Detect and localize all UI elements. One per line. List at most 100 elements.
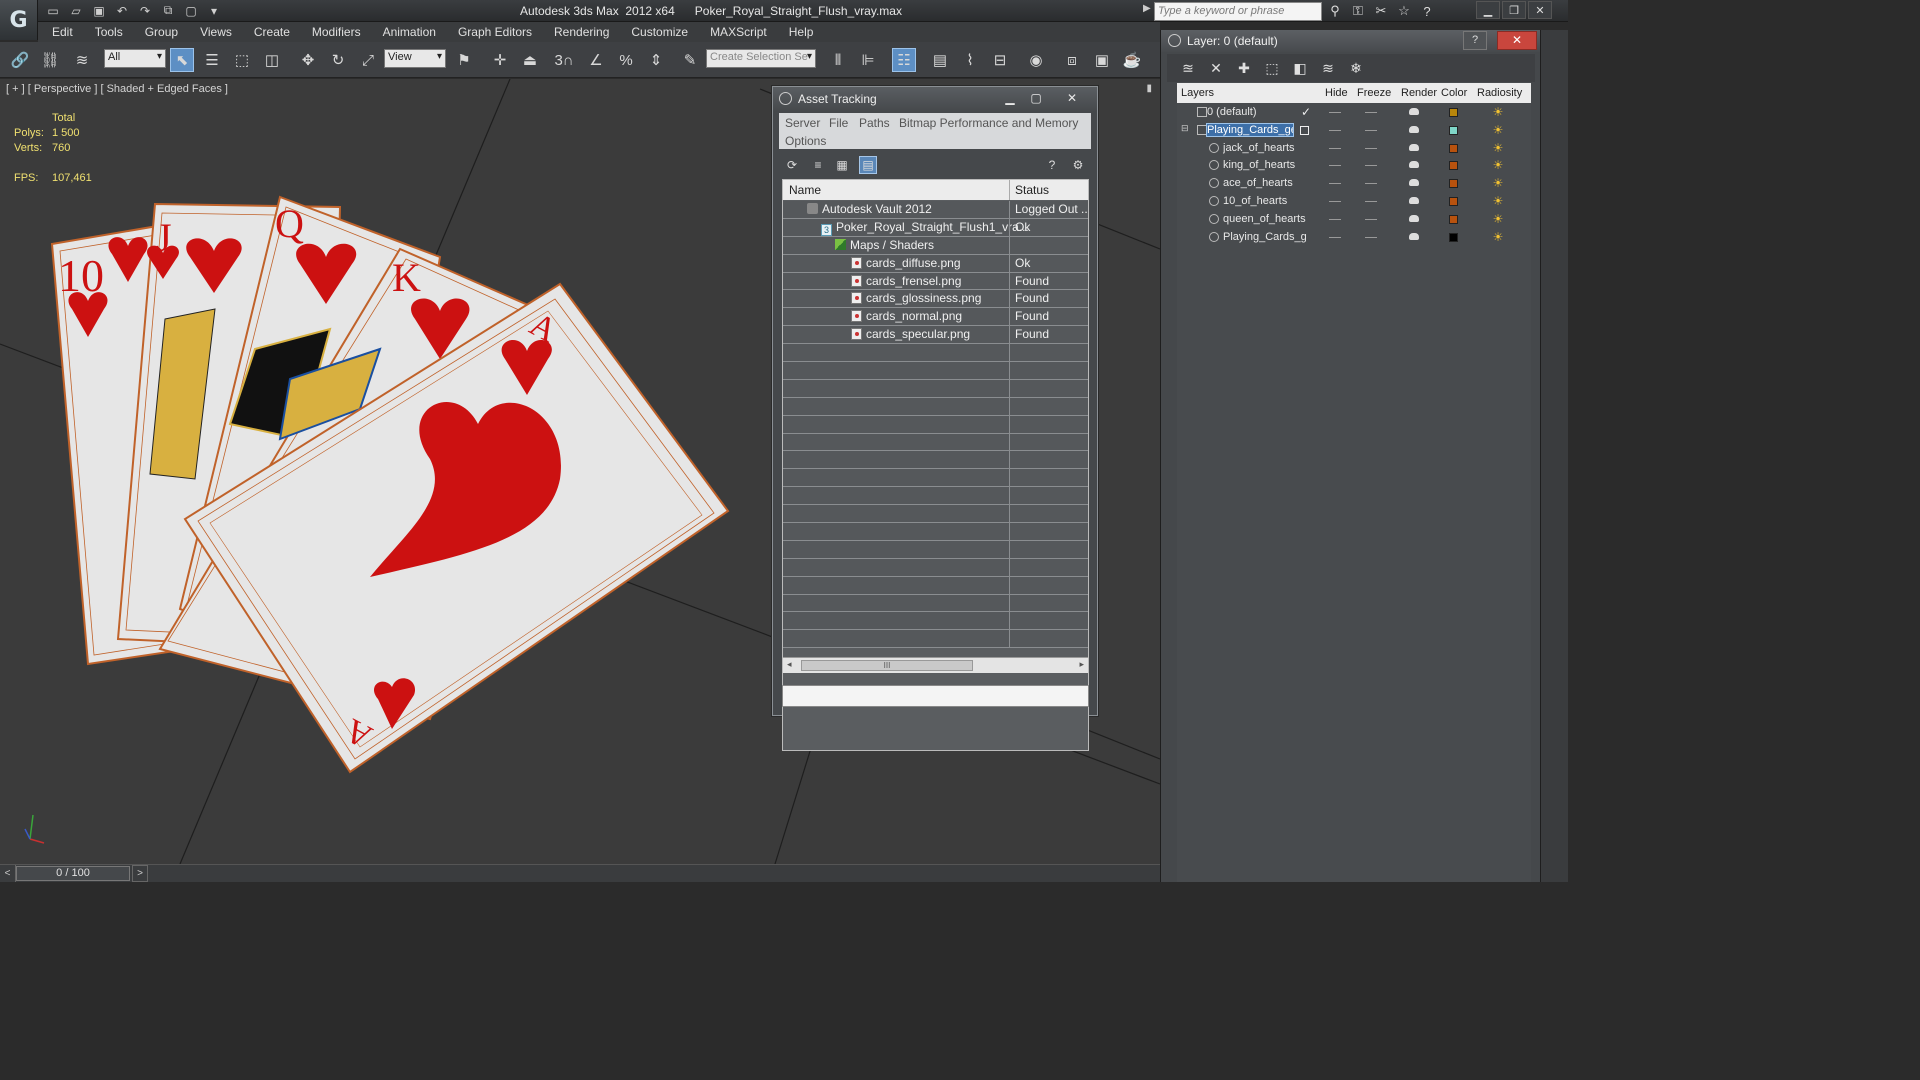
key-icon[interactable]: ⚿ <box>1349 2 1367 20</box>
render-teapot-icon[interactable] <box>1409 161 1419 169</box>
menu-maxscript[interactable]: MAXScript <box>699 22 778 42</box>
hide-toggle[interactable] <box>1329 112 1341 113</box>
radiosity-icon[interactable]: ☀ <box>1491 194 1505 208</box>
freeze-toggle[interactable] <box>1365 200 1377 202</box>
link-icon[interactable]: 🔗 <box>8 48 32 72</box>
layer-row[interactable]: ⊟ Playing_Cards_geo ☀ <box>1177 122 1531 140</box>
align-icon[interactable]: ⊫ <box>856 48 880 72</box>
menu-tools[interactable]: Tools <box>84 22 134 42</box>
asset-menu-file[interactable]: File <box>829 116 848 130</box>
layer-row[interactable]: 0 (default) ✓ ☀ <box>1177 104 1531 122</box>
asset-row[interactable]: cards_specular.png Found <box>783 326 1088 345</box>
menu-help[interactable]: Help <box>778 22 825 42</box>
layer-name[interactable]: 10_of_hearts <box>1223 195 1309 207</box>
viewport-icon[interactable]: ▢ <box>182 2 200 19</box>
menu-customize[interactable]: Customize <box>620 22 699 42</box>
render-teapot-icon[interactable] <box>1409 196 1419 204</box>
freeze-toggle[interactable] <box>1365 218 1377 220</box>
material-editor-icon[interactable]: ◉ <box>1024 48 1048 72</box>
scroll-left-icon[interactable]: ◂ <box>787 659 792 670</box>
search-input[interactable]: Type a keyword or phrase <box>1154 2 1322 21</box>
hide-toggle[interactable] <box>1329 200 1341 202</box>
column-hide[interactable]: Hide <box>1325 87 1348 99</box>
hide-toggle[interactable] <box>1329 218 1341 220</box>
layer-name[interactable]: ace_of_hearts <box>1223 177 1309 189</box>
menu-group[interactable]: Group <box>134 22 189 42</box>
menu-views[interactable]: Views <box>189 22 243 42</box>
spinner-snap-icon[interactable]: ⇕ <box>644 48 668 72</box>
delete-layer-icon[interactable]: ✕ <box>1207 59 1225 77</box>
layer-object-row[interactable]: ace_of_hearts ☀ <box>1177 175 1531 193</box>
asset-row[interactable]: cards_normal.png Found <box>783 308 1088 327</box>
layer-name[interactable]: Playing_Cards_geo <box>1206 122 1294 137</box>
asset-row[interactable]: 3 Poker_Royal_Straight_Flush1_vra... Ok <box>783 218 1088 237</box>
asset-options-icon[interactable]: ⚙ <box>1069 156 1087 174</box>
column-layers[interactable]: Layers <box>1181 87 1214 99</box>
asset-menu-bitmap-performance[interactable]: Bitmap Performance and Memory <box>899 116 1078 130</box>
asset-horizontal-scrollbar[interactable]: ◂ III ▸ <box>783 657 1088 673</box>
restore-button[interactable]: ❐ <box>1502 1 1526 19</box>
selection-filter-dropdown[interactable]: All <box>104 49 166 68</box>
select-object-icon[interactable]: ⬉ <box>170 48 194 72</box>
command-panel-strip[interactable] <box>1540 30 1568 882</box>
layer-color-swatch[interactable] <box>1449 214 1458 224</box>
menu-rendering[interactable]: Rendering <box>543 22 620 42</box>
layer-help-button[interactable]: ? <box>1463 31 1487 50</box>
scale-icon[interactable]: ⤢ <box>356 48 380 72</box>
mirror-icon[interactable]: ⫴ <box>826 48 850 72</box>
render-teapot-icon[interactable] <box>1409 108 1419 115</box>
minimize-button[interactable]: ▁ <box>1476 1 1500 19</box>
app-menu-button[interactable]: G <box>0 0 38 40</box>
rectangular-selection-icon[interactable]: ⬚ <box>230 48 254 72</box>
column-name[interactable]: Name <box>789 183 821 197</box>
rendered-frame-window-icon[interactable]: ▣ <box>1090 48 1114 72</box>
render-teapot-icon[interactable] <box>1409 179 1419 187</box>
menu-edit[interactable]: Edit <box>38 22 84 42</box>
column-status[interactable]: Status <box>1015 183 1049 197</box>
hide-toggle[interactable] <box>1329 236 1341 238</box>
layer-name[interactable]: jack_of_hearts <box>1223 142 1309 154</box>
asset-path-field[interactable] <box>782 685 1089 707</box>
layer-object-row[interactable]: queen_of_hearts ☀ <box>1177 211 1531 229</box>
render-teapot-icon[interactable] <box>1409 232 1419 240</box>
edit-named-selection-icon[interactable]: ✎ <box>678 48 702 72</box>
reference-coordinate-dropdown[interactable]: View <box>384 49 446 68</box>
select-objects-icon[interactable]: ⬚ <box>1263 59 1281 77</box>
graphite-ribbon-icon[interactable]: ▤ <box>928 48 952 72</box>
binoculars-icon[interactable]: ⚲ <box>1326 2 1344 20</box>
radiosity-icon[interactable]: ☀ <box>1491 123 1505 137</box>
render-setup-icon[interactable]: ⧈ <box>1060 48 1084 72</box>
asset-close-button[interactable]: ✕ <box>1061 89 1083 107</box>
column-radiosity[interactable]: Radiosity <box>1477 87 1522 99</box>
layer-object-row[interactable]: jack_of_hearts ☀ <box>1177 140 1531 158</box>
hold-icon[interactable]: ⧉ <box>159 2 177 19</box>
time-slider[interactable]: 0 / 100 <box>16 866 130 881</box>
layer-manager-titlebar[interactable]: Layer: 0 (default) ? ✕ <box>1161 30 1541 52</box>
asset-row[interactable]: cards_diffuse.png Ok <box>783 254 1088 273</box>
layer-color-swatch[interactable] <box>1449 179 1458 189</box>
angle-snap-icon[interactable]: ∠ <box>584 48 608 72</box>
rotate-icon[interactable]: ↻ <box>326 48 350 72</box>
asset-row[interactable]: Autodesk Vault 2012 Logged Out ... <box>783 201 1088 219</box>
move-icon[interactable]: ✥ <box>296 48 320 72</box>
layer-name[interactable]: king_of_hearts <box>1223 159 1309 171</box>
freeze-toggle[interactable] <box>1365 112 1377 113</box>
window-crossing-icon[interactable]: ◫ <box>260 48 284 72</box>
freeze-toggle[interactable] <box>1365 129 1377 131</box>
help-icon[interactable]: ? <box>1418 2 1436 20</box>
layer-color-swatch[interactable] <box>1449 125 1458 135</box>
radiosity-icon[interactable]: ☀ <box>1491 105 1505 119</box>
asset-menu-options[interactable]: Options <box>785 134 826 148</box>
curve-editor-icon[interactable]: ⌇ <box>958 48 982 72</box>
hide-all-icon[interactable]: ≋ <box>1319 59 1337 77</box>
menu-graph-editors[interactable]: Graph Editors <box>447 22 543 42</box>
menu-create[interactable]: Create <box>243 22 301 42</box>
table-view-icon[interactable]: ▤ <box>859 156 877 174</box>
select-manipulate-icon[interactable]: ✛ <box>488 48 512 72</box>
asset-help-icon[interactable]: ? <box>1043 156 1061 174</box>
radiosity-icon[interactable]: ☀ <box>1491 230 1505 244</box>
freeze-toggle[interactable] <box>1365 165 1377 167</box>
list-view-icon[interactable]: ≡ <box>809 156 827 174</box>
asset-maximize-button[interactable]: ▢ <box>1025 89 1047 107</box>
freeze-toggle[interactable] <box>1365 183 1377 185</box>
